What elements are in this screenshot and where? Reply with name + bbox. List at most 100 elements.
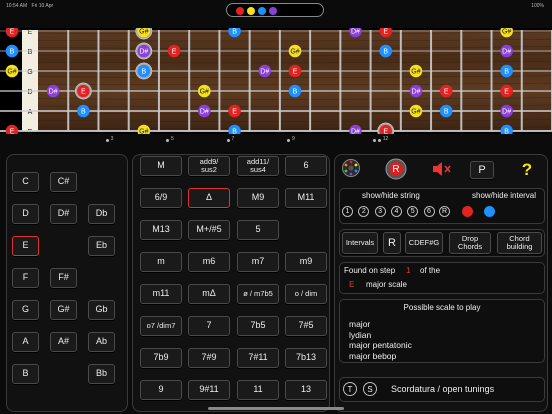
note-label: G#: [139, 29, 148, 36]
possible-scales-title: Possible scale to play: [403, 303, 481, 312]
note-label: E: [10, 129, 15, 135]
note-names-button[interactable]: CDEF#G: [405, 232, 443, 254]
interval-toggle-blue[interactable]: [484, 206, 495, 217]
root-mode-button[interactable]: R: [383, 232, 401, 254]
root-note-button[interactable]: Ab: [88, 332, 115, 352]
note-label: G#: [411, 69, 420, 76]
root-toggle[interactable]: R: [439, 206, 450, 217]
chord-type-button[interactable]: o / dim: [285, 284, 327, 304]
tunings-text[interactable]: Scordatura / open tunings: [391, 384, 494, 394]
chord-building-button[interactable]: Chord building: [497, 232, 542, 254]
chord-type-button[interactable]: 11: [237, 380, 279, 400]
scale-item[interactable]: lydian: [349, 330, 412, 341]
color-dot-yellow[interactable]: [247, 7, 255, 15]
chord-type-button[interactable]: o7 /dim7: [140, 316, 182, 336]
chord-type-button[interactable]: 9: [140, 380, 182, 400]
chord-type-button[interactable]: m7: [237, 252, 279, 272]
help-button[interactable]: ?: [517, 160, 537, 180]
chord-type-button[interactable]: 7#11: [237, 348, 279, 368]
note-label: B: [504, 69, 509, 76]
color-dot-blue[interactable]: [258, 7, 266, 15]
chord-type-button[interactable]: M9: [237, 188, 279, 208]
scale-list[interactable]: major lydian major pentatonic major bebop: [349, 319, 412, 361]
string-toggle[interactable]: 6: [423, 206, 435, 217]
string-toggle[interactable]: 1: [342, 206, 353, 217]
show-hide-string-label: show/hide string: [362, 191, 420, 200]
note-label: D#: [49, 89, 58, 96]
home-indicator: [208, 407, 344, 410]
scale-item[interactable]: major: [349, 319, 412, 330]
chord-type-button[interactable]: 9#11: [188, 380, 230, 400]
chord-type-button[interactable]: m6: [188, 252, 230, 272]
color-dot-red[interactable]: [236, 7, 244, 15]
pattern-label: P: [478, 163, 486, 176]
chord-type-button[interactable]: ø / m7b5: [237, 284, 279, 304]
chord-type-button[interactable]: m9: [285, 252, 327, 272]
intervals-button[interactable]: Intervals: [342, 232, 378, 254]
scale-item[interactable]: major pentatonic: [349, 340, 412, 351]
possible-scales-box: Possible scale to play major lydian major …: [339, 299, 545, 363]
color-selector[interactable]: [226, 3, 324, 17]
root-note-button[interactable]: Eb: [88, 236, 115, 256]
root-note-button[interactable]: D#: [50, 204, 77, 224]
chord-type-button[interactable]: M: [140, 156, 182, 176]
pattern-button[interactable]: P: [470, 161, 494, 179]
root-note-button[interactable]: B: [12, 364, 39, 384]
root-note-button[interactable]: Bb: [88, 364, 115, 384]
fret-wire: [97, 30, 100, 131]
chord-type-label: add11/ sus4: [246, 156, 270, 174]
root-note-button[interactable]: C: [12, 172, 39, 192]
chord-type-button[interactable]: 7#5: [285, 316, 327, 336]
root-note-button[interactable]: D: [12, 204, 39, 224]
color-dot-purple[interactable]: [269, 7, 277, 15]
chord-type-label: m7: [251, 256, 265, 267]
root-note-button[interactable]: A: [12, 332, 39, 352]
chord-type-button[interactable]: 13: [285, 380, 327, 400]
chord-type-button[interactable]: 5: [237, 220, 279, 240]
root-note-button[interactable]: Db: [88, 204, 115, 224]
chord-type-button[interactable]: M13: [140, 220, 182, 240]
root-note-label: C#: [57, 176, 70, 187]
fret-wire: [157, 30, 160, 131]
chord-type-button[interactable]: M11: [285, 188, 327, 208]
root-note-button[interactable]: F#: [50, 268, 77, 288]
chord-type-button[interactable]: m: [140, 252, 182, 272]
status-time: 10:54 AM: [6, 3, 28, 9]
root-note-button[interactable]: F: [12, 268, 39, 288]
found-note: E: [349, 280, 355, 289]
root-highlight-button[interactable]: R: [385, 158, 407, 180]
root-note-label: Eb: [95, 240, 107, 251]
root-note-button[interactable]: C#: [50, 172, 77, 192]
mute-button[interactable]: [430, 160, 452, 178]
string-toggle-label: 3: [378, 208, 383, 215]
chord-type-button[interactable]: add11/ sus4: [237, 156, 279, 176]
string-toggle[interactable]: 4: [390, 206, 402, 217]
chord-type-button[interactable]: M+/#5: [188, 220, 230, 240]
chord-type-button[interactable]: mΔ: [188, 284, 230, 304]
settings-wheel-button[interactable]: [341, 158, 361, 178]
root-note-button[interactable]: A#: [50, 332, 77, 352]
tunings-s-button[interactable]: S: [363, 382, 377, 396]
chord-type-button[interactable]: Δ: [188, 188, 230, 208]
root-note-button[interactable]: G: [12, 300, 39, 320]
root-note-button[interactable]: G#: [50, 300, 77, 320]
tunings-t-button[interactable]: T: [343, 382, 357, 396]
chord-type-button[interactable]: 6: [285, 156, 327, 176]
chord-type-button[interactable]: 7: [188, 316, 230, 336]
chord-type-button[interactable]: 7b5: [237, 316, 279, 336]
chord-type-button[interactable]: add9/ sus2: [188, 156, 230, 176]
root-note-button[interactable]: E: [12, 236, 39, 256]
chord-type-button[interactable]: 6/9: [140, 188, 182, 208]
chord-type-button[interactable]: 7b9: [140, 348, 182, 368]
drop-chords-button[interactable]: Drop Chords: [449, 232, 491, 254]
root-note-label: Ab: [95, 336, 107, 347]
fretboard[interactable]: E B G D A E E B G# D# B E E B G# D# B E B G# D# G# E B D# E G# D# E B…: [0, 28, 552, 134]
chord-type-button[interactable]: 7b13: [285, 348, 327, 368]
chord-type-button[interactable]: m11: [140, 284, 182, 304]
interval-toggle-red[interactable]: [462, 206, 473, 217]
chord-type-button[interactable]: 7#9: [188, 348, 230, 368]
root-note-button[interactable]: Gb: [88, 300, 115, 320]
string-toggle[interactable]: 3: [374, 206, 386, 217]
note-label: E: [383, 29, 388, 36]
scale-item[interactable]: major bebop: [349, 351, 412, 362]
